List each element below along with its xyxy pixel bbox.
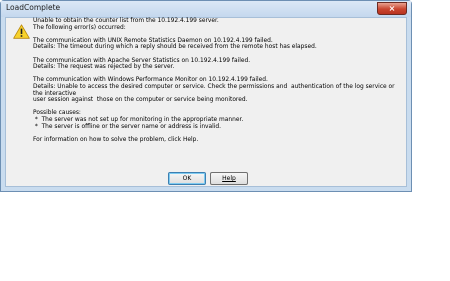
- message-line: Details: The request was rejected by the…: [33, 64, 175, 71]
- message-line: Unable to obtain the counter list from t…: [33, 18, 219, 24]
- message-line: Details: Unable to access the desired co…: [33, 83, 397, 97]
- warning-icon: [13, 24, 30, 39]
- message-spacer: [33, 71, 403, 78]
- window-title: LoadComplete: [6, 3, 61, 12]
- dialog-window: LoadComplete × Unable to obtain the coun…: [0, 0, 412, 192]
- message-spacer: [33, 130, 403, 137]
- message-line: The following error(s) occurred:: [33, 24, 126, 31]
- close-button[interactable]: ×: [377, 2, 407, 15]
- help-button-label: Help: [222, 175, 236, 182]
- message-spacer: [33, 31, 403, 38]
- title-bar[interactable]: LoadComplete ×: [1, 1, 411, 17]
- message-text: Unable to obtain the counter list from t…: [33, 18, 403, 143]
- message-line: * The server is offline or the server na…: [33, 123, 222, 130]
- message-line: Possible causes:: [33, 110, 81, 117]
- message-line: Details: The timeout during which a repl…: [33, 44, 317, 51]
- message-line: For information on how to solve the prob…: [33, 136, 199, 143]
- message-line: The communication with UNIX Remote Stati…: [33, 37, 273, 44]
- message-line: The communication with Apache Server Sta…: [33, 57, 251, 64]
- ok-button[interactable]: OK: [168, 172, 206, 185]
- message-spacer: [33, 51, 403, 58]
- message-line: user session against those on the comput…: [33, 97, 248, 104]
- help-button[interactable]: Help: [210, 172, 248, 185]
- dialog-body: Unable to obtain the counter list from t…: [5, 17, 407, 187]
- message-spacer: [33, 104, 403, 111]
- message-line: The communication with Windows Performan…: [33, 77, 268, 84]
- message-line: * The server was not set up for monitori…: [33, 116, 244, 123]
